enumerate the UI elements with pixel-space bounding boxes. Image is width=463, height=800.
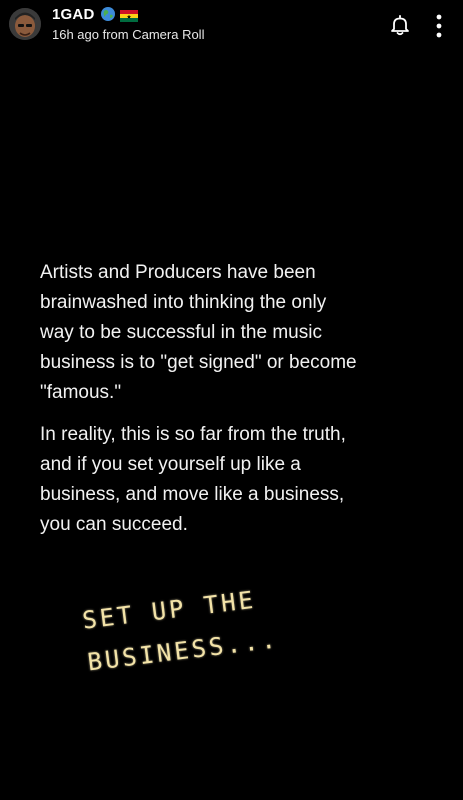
bell-icon[interactable] bbox=[389, 14, 411, 36]
username[interactable]: 1GAD bbox=[52, 6, 94, 23]
caption-paragraph: Artists and Producers have been brainwas… bbox=[40, 262, 357, 403]
story-header: 1GAD 16h ago from Camera Roll bbox=[0, 0, 463, 56]
story-caption: Artists and Producers have been brainwas… bbox=[40, 258, 440, 552]
text-sticker: SET UP THE BUSINESS... bbox=[80, 585, 280, 677]
story-subtitle: 16h ago from Camera Roll bbox=[52, 27, 205, 42]
avatar[interactable] bbox=[9, 8, 41, 40]
ghana-flag-icon bbox=[120, 7, 138, 26]
more-vertical-icon[interactable] bbox=[432, 13, 446, 39]
username-badges bbox=[100, 6, 138, 26]
globe-emoji-icon bbox=[100, 6, 116, 26]
caption-paragraph: In reality, this is so far from the trut… bbox=[40, 424, 346, 535]
